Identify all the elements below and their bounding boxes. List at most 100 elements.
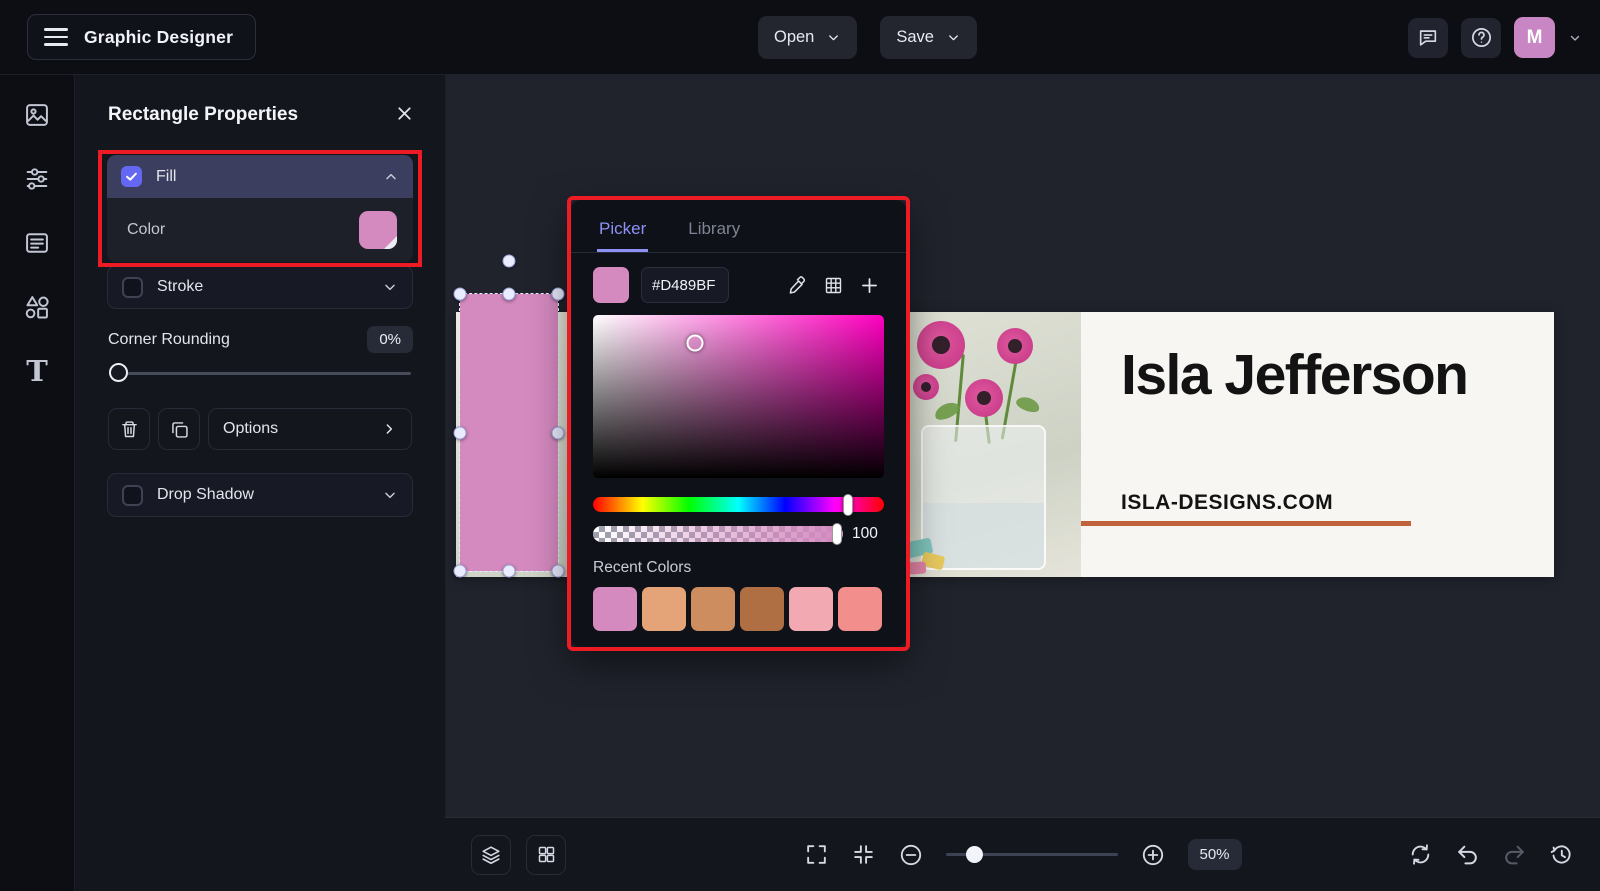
file-actions: Open Save (758, 16, 977, 59)
card-white-panel[interactable]: Isla Jefferson ISLA-DESIGNS.COM (1081, 312, 1554, 577)
image-icon (23, 101, 51, 129)
chevron-up-icon (383, 169, 399, 185)
comments-button[interactable] (1408, 18, 1448, 58)
hue-slider[interactable] (593, 497, 884, 512)
zoom-controls: 50% (803, 839, 1241, 870)
app-title: Graphic Designer (84, 27, 233, 48)
resize-handle-middle-left[interactable] (454, 426, 467, 439)
trash-icon (119, 419, 140, 440)
templates-tool[interactable] (21, 227, 53, 262)
zoom-in-icon (1139, 842, 1165, 868)
undo-icon (1455, 842, 1480, 867)
fullscreen-button[interactable] (803, 842, 828, 867)
shape-actions: Options (108, 408, 412, 450)
close-panel-button[interactable] (392, 101, 417, 129)
recent-color-swatch[interactable] (593, 587, 637, 631)
add-color-button[interactable] (854, 270, 884, 300)
duplicate-button[interactable] (158, 408, 200, 450)
close-icon (394, 103, 415, 124)
zoom-out-button[interactable] (897, 842, 923, 868)
fullscreen-icon (803, 842, 828, 867)
plus-icon (859, 275, 880, 296)
swatch-grid-button[interactable] (818, 270, 848, 300)
options-button[interactable]: Options (208, 408, 412, 450)
canvas[interactable]: Isla Jefferson ISLA-DESIGNS.COM Picker L… (445, 75, 1600, 817)
account-menu-button[interactable] (1568, 31, 1582, 45)
resize-handle-bottom-right[interactable] (552, 565, 565, 578)
fill-header[interactable]: Fill (107, 155, 413, 198)
recent-colors (593, 587, 884, 631)
recent-color-swatch[interactable] (789, 587, 833, 631)
layers-button[interactable] (471, 835, 511, 875)
tool-rail: T (0, 75, 75, 891)
picker-tools (782, 270, 884, 300)
sync-button[interactable] (1408, 842, 1433, 867)
hue-handle[interactable] (843, 494, 853, 516)
slider-knob[interactable] (109, 363, 128, 382)
open-button[interactable]: Open (758, 16, 857, 59)
topbar: Graphic Designer Open Save M (0, 0, 1600, 75)
app-menu[interactable]: Graphic Designer (27, 14, 256, 60)
templates-icon (23, 229, 51, 257)
hex-input[interactable] (641, 267, 729, 303)
redo-button[interactable] (1502, 842, 1527, 867)
rectangle-shape[interactable] (460, 294, 558, 571)
delete-button[interactable] (108, 408, 150, 450)
text-tool[interactable]: T (24, 355, 50, 388)
stroke-label: Stroke (157, 278, 203, 296)
alpha-slider[interactable] (593, 526, 843, 542)
history-button[interactable] (1549, 842, 1574, 867)
tab-picker[interactable]: Picker (597, 200, 648, 252)
recent-color-swatch[interactable] (740, 587, 784, 631)
menu-icon[interactable] (44, 28, 68, 46)
fill-checkbox[interactable] (121, 166, 142, 187)
card-website-text[interactable]: ISLA-DESIGNS.COM (1121, 491, 1333, 515)
recent-color-swatch[interactable] (691, 587, 735, 631)
resize-handle-top-center[interactable] (503, 288, 516, 301)
tab-library[interactable]: Library (686, 200, 742, 252)
chevron-down-icon (826, 30, 841, 45)
grid-icon (536, 844, 557, 865)
flower-leaf (1015, 394, 1042, 414)
zoom-in-button[interactable] (1139, 842, 1165, 868)
saturation-brightness-area[interactable] (593, 315, 884, 478)
adjust-tool[interactable] (21, 163, 53, 198)
grid-view-button[interactable] (526, 835, 566, 875)
save-button[interactable]: Save (880, 16, 977, 59)
swatch-grid-icon (823, 275, 844, 296)
sv-cursor[interactable] (686, 334, 703, 351)
rotate-handle[interactable] (503, 255, 516, 268)
resize-handle-middle-right[interactable] (552, 426, 565, 439)
drop-shadow-checkbox[interactable] (122, 485, 143, 506)
recent-color-swatch[interactable] (838, 587, 882, 631)
view-buttons (471, 835, 566, 875)
app-window: Graphic Designer Open Save M (0, 0, 1600, 891)
avatar[interactable]: M (1514, 17, 1555, 58)
card-name-text[interactable]: Isla Jefferson (1121, 346, 1491, 404)
resize-handle-bottom-left[interactable] (454, 565, 467, 578)
help-button[interactable] (1461, 18, 1501, 58)
zoom-slider-knob[interactable] (966, 846, 983, 863)
selected-rectangle[interactable] (459, 293, 559, 572)
drop-shadow-row[interactable]: Drop Shadow (107, 473, 413, 517)
resize-handle-top-right[interactable] (552, 288, 565, 301)
recent-color-swatch[interactable] (642, 587, 686, 631)
fit-screen-button[interactable] (850, 842, 875, 867)
resize-handle-bottom-center[interactable] (503, 565, 516, 578)
images-tool[interactable] (21, 99, 53, 134)
shapes-tool[interactable] (21, 291, 53, 326)
slider-track[interactable] (109, 372, 411, 375)
eyedropper-button[interactable] (782, 270, 812, 300)
stroke-checkbox[interactable] (122, 277, 143, 298)
resize-handle-top-left[interactable] (454, 288, 467, 301)
zoom-slider[interactable] (945, 845, 1117, 865)
zoom-level[interactable]: 50% (1187, 839, 1241, 870)
fill-color-swatch[interactable] (359, 211, 397, 249)
stroke-row[interactable]: Stroke (107, 265, 413, 309)
undo-button[interactable] (1455, 842, 1480, 867)
avatar-initial: M (1527, 27, 1543, 49)
corner-rounding-slider[interactable] (109, 363, 411, 383)
alpha-handle[interactable] (832, 523, 842, 545)
corner-rounding-value[interactable]: 0% (367, 326, 413, 353)
card-accent-line[interactable] (1081, 521, 1411, 526)
